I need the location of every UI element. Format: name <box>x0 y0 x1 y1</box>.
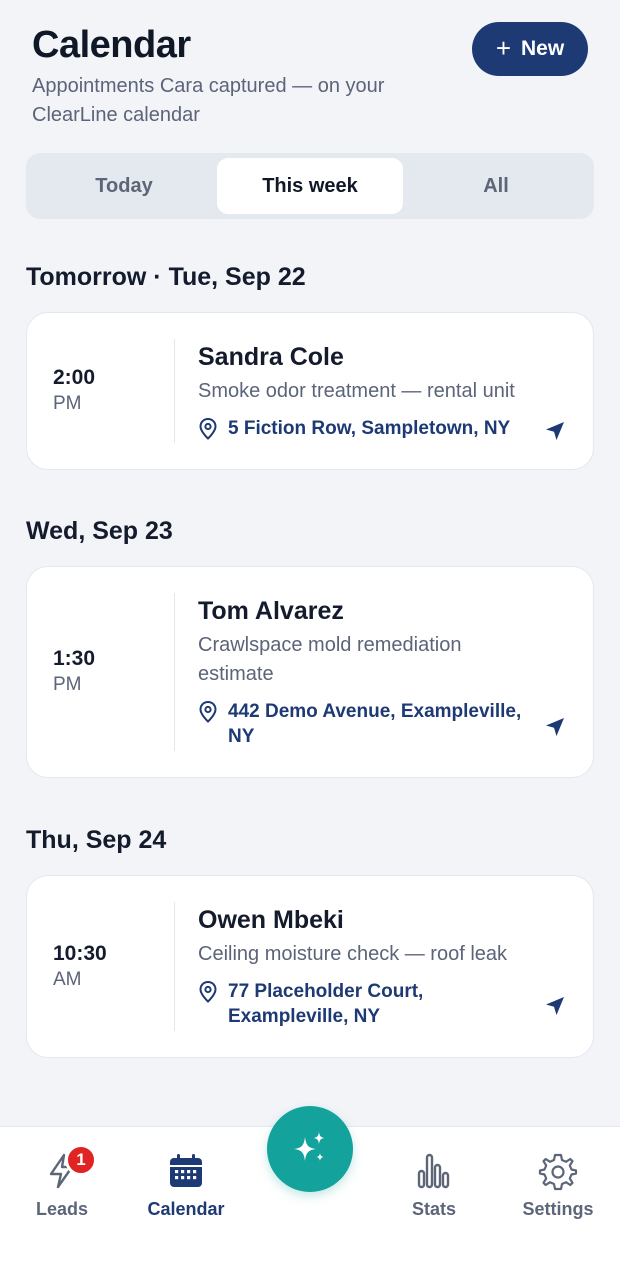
time-period: PM <box>53 674 82 695</box>
address-link[interactable]: 77 Placeholder Court, Exampleville, NY <box>228 979 458 1029</box>
gear-icon <box>538 1153 578 1191</box>
calendar-icon <box>170 1154 202 1187</box>
time-period: PM <box>53 393 82 414</box>
bar-chart-icon <box>417 1153 450 1189</box>
address-link[interactable]: 5 Fiction Row, Sampletown, NY <box>228 416 510 441</box>
appointment-card[interactable]: 10:30 AM Owen Mbeki Ceiling moisture che… <box>26 875 594 1058</box>
appointment-card[interactable]: 1:30 PM Tom Alvarez Crawlspace mold reme… <box>26 566 594 778</box>
map-pin-icon <box>199 417 217 440</box>
job-description: Ceiling moisture check — roof leak <box>198 943 508 965</box>
time-period: AM <box>53 968 82 990</box>
map-pin-icon <box>199 980 217 1003</box>
time-value: 2:00 <box>53 366 96 389</box>
nav-label: Stats <box>411 1199 456 1219</box>
nav-item-settings[interactable]: Settings <box>503 1151 613 1220</box>
tab-all[interactable]: All <box>403 158 589 214</box>
day-heading: Tomorrow · Tue, Sep 22 <box>26 263 306 291</box>
divider <box>174 593 175 751</box>
day-heading: Thu, Sep 24 <box>26 826 167 854</box>
divider <box>174 339 175 443</box>
tab-this-week[interactable]: This week <box>217 158 403 214</box>
navigate-icon[interactable] <box>543 419 567 443</box>
time-value: 1:30 <box>53 647 96 670</box>
customer-name: Owen Mbeki <box>198 906 344 934</box>
assistant-fab[interactable] <box>267 1106 353 1192</box>
nav-item-leads[interactable]: 1 Leads <box>7 1144 117 1220</box>
map-pin-icon <box>199 700 217 723</box>
appointment-card[interactable]: 2:00 PM Sandra Cole Smoke odor treatment… <box>26 312 594 470</box>
page-subtitle: Appointments Cara captured — on your Cle… <box>32 75 385 126</box>
appointment-info: Owen Mbeki Ceiling moisture check — roof… <box>198 904 558 1029</box>
plus-icon: + <box>495 33 511 63</box>
appointment-time: 1:30 PM <box>53 567 153 777</box>
address-link[interactable]: 442 Demo Avenue, Exampleville, NY <box>228 699 543 749</box>
leads-count-badge: 1 <box>65 1144 97 1176</box>
appointment-info: Tom Alvarez Crawlspace mold remediation … <box>198 595 558 749</box>
tab-today[interactable]: Today <box>31 158 217 214</box>
appointment-time: 10:30 AM <box>53 876 153 1057</box>
address-row: 77 Placeholder Court, Exampleville, NY <box>198 979 558 1029</box>
divider <box>174 902 175 1031</box>
nav-item-stats[interactable]: Stats <box>379 1151 489 1220</box>
customer-name: Sandra Cole <box>198 343 344 371</box>
time-value: 10:30 <box>53 941 107 965</box>
customer-name: Tom Alvarez <box>198 597 344 625</box>
navigate-icon[interactable] <box>543 715 567 739</box>
address-row: 5 Fiction Row, Sampletown, NY <box>198 416 558 441</box>
sparkles-icon <box>294 1132 325 1161</box>
address-row: 442 Demo Avenue, Exampleville, NY <box>198 699 558 749</box>
navigate-icon[interactable] <box>543 994 567 1018</box>
range-segmented-control: Today This week All <box>26 153 594 219</box>
appointment-time: 2:00 PM <box>53 313 153 469</box>
new-button-label: New <box>521 37 565 60</box>
nav-label: Settings <box>522 1199 594 1219</box>
appointment-info: Sandra Cole Smoke odor treatment — renta… <box>198 341 558 441</box>
job-description: Smoke odor treatment — rental unit <box>198 380 515 402</box>
day-heading: Wed, Sep 23 <box>26 517 173 545</box>
job-description: Crawlspace mold remediation estimate <box>198 634 462 685</box>
nav-label: Calendar <box>147 1199 225 1219</box>
nav-label: Leads <box>35 1199 89 1219</box>
new-appointment-button[interactable]: + New <box>472 22 588 76</box>
calendar-screen: Calendar Appointments Cara captured — on… <box>0 0 620 1272</box>
nav-item-calendar[interactable]: Calendar <box>131 1151 241 1220</box>
